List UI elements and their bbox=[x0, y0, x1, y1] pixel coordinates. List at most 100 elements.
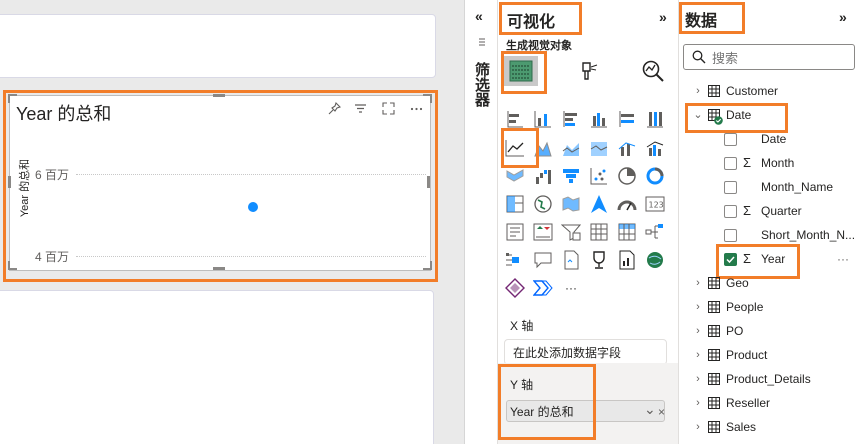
matrix-icon[interactable] bbox=[616, 221, 638, 243]
table-row-geo[interactable]: › Geo bbox=[679, 272, 859, 294]
resize-corner[interactable] bbox=[8, 261, 17, 270]
viz-collapse-chevron[interactable]: » bbox=[659, 9, 667, 25]
field-row-quarter[interactable]: Σ Quarter bbox=[679, 200, 859, 222]
line-chart-visual[interactable]: Year 的总和 Year 的总和 6 百万 4 百万 bbox=[8, 94, 432, 271]
chevron-right-icon[interactable]: › bbox=[693, 368, 703, 390]
field-checkbox-checked[interactable] bbox=[724, 253, 737, 266]
resize-handle-top[interactable] bbox=[213, 94, 225, 97]
y-axis-field-chip[interactable]: Year 的总和 ⌄ × bbox=[506, 400, 665, 422]
pie-chart-icon[interactable] bbox=[616, 165, 638, 187]
clustered-bar-chart-icon[interactable] bbox=[560, 108, 582, 130]
chevron-right-icon[interactable]: › bbox=[693, 296, 703, 318]
table-row-date[interactable]: ⌄ Date bbox=[679, 104, 859, 126]
field-checkbox[interactable] bbox=[724, 133, 737, 146]
pin-icon[interactable] bbox=[326, 101, 342, 118]
line-chart-icon[interactable] bbox=[504, 137, 526, 159]
paginated-report-icon[interactable] bbox=[616, 249, 638, 271]
resize-corner[interactable] bbox=[8, 94, 17, 103]
more-visuals-icon[interactable]: ··· bbox=[560, 277, 582, 299]
field-checkbox[interactable] bbox=[724, 157, 737, 170]
resize-handle-right[interactable] bbox=[427, 176, 430, 188]
waterfall-chart-icon[interactable] bbox=[532, 165, 554, 187]
filters-label[interactable]: 筛选器 bbox=[473, 62, 490, 107]
filters-expand-chevron[interactable]: « bbox=[475, 8, 483, 24]
analytics-tab[interactable] bbox=[636, 56, 670, 86]
resize-handle-bottom[interactable] bbox=[213, 267, 225, 270]
table-row-people[interactable]: › People bbox=[679, 296, 859, 318]
format-visual-tab[interactable] bbox=[572, 56, 606, 86]
chevron-right-icon[interactable]: › bbox=[693, 320, 703, 342]
stacked-column-chart-icon[interactable] bbox=[532, 108, 554, 130]
stacked-bar-chart-icon[interactable] bbox=[504, 108, 526, 130]
azure-map-icon[interactable] bbox=[588, 193, 610, 215]
area-chart-icon[interactable] bbox=[532, 137, 554, 159]
slicer-icon[interactable] bbox=[560, 221, 582, 243]
power-automate-icon[interactable] bbox=[532, 277, 554, 299]
chevron-right-icon[interactable]: › bbox=[693, 416, 703, 438]
100-stacked-column-chart-icon[interactable] bbox=[644, 108, 666, 130]
chevron-down-icon[interactable]: ⌄ bbox=[644, 398, 656, 420]
map-icon[interactable] bbox=[532, 193, 554, 215]
100-stacked-area-chart-icon[interactable] bbox=[588, 137, 610, 159]
more-options-icon[interactable] bbox=[408, 102, 424, 118]
chevron-down-icon[interactable]: ⌄ bbox=[693, 104, 703, 126]
gauge-icon[interactable] bbox=[616, 193, 638, 215]
table-row-po[interactable]: › PO bbox=[679, 320, 859, 342]
power-apps-icon[interactable] bbox=[504, 277, 526, 299]
field-checkbox[interactable] bbox=[724, 229, 737, 242]
funnel-chart-icon[interactable] bbox=[560, 165, 582, 187]
focus-mode-icon[interactable] bbox=[380, 102, 396, 118]
data-collapse-chevron[interactable]: » bbox=[839, 9, 847, 25]
table-row-customer[interactable]: › Customer bbox=[679, 80, 859, 102]
remove-field-icon[interactable]: × bbox=[658, 401, 665, 423]
resize-corner[interactable] bbox=[423, 261, 432, 270]
table-row-product[interactable]: › Product bbox=[679, 344, 859, 366]
search-input[interactable] bbox=[710, 48, 854, 68]
arcgis-map-icon[interactable] bbox=[644, 249, 666, 271]
card-icon[interactable]: 123 bbox=[644, 193, 666, 215]
smart-narrative-icon[interactable] bbox=[560, 249, 582, 271]
field-row-month[interactable]: Σ Month bbox=[679, 152, 859, 174]
scatter-chart-icon[interactable] bbox=[588, 165, 610, 187]
table-icon[interactable] bbox=[588, 221, 610, 243]
search-box[interactable] bbox=[683, 44, 855, 70]
resize-handle-left[interactable] bbox=[8, 176, 11, 188]
field-row-month-name[interactable]: Month_Name bbox=[679, 176, 859, 198]
field-row-short-month-name[interactable]: Short_Month_N... bbox=[679, 224, 859, 246]
visual-card-top[interactable] bbox=[0, 14, 436, 78]
table-row-reseller[interactable]: › Reseller bbox=[679, 392, 859, 414]
chevron-right-icon[interactable]: › bbox=[693, 392, 703, 414]
field-row-year[interactable]: Σ Year ··· bbox=[679, 248, 859, 270]
multi-row-card-icon[interactable] bbox=[504, 221, 526, 243]
resize-corner[interactable] bbox=[423, 94, 432, 103]
stacked-area-chart-icon[interactable] bbox=[560, 137, 582, 159]
field-row-date[interactable]: Date bbox=[679, 128, 859, 150]
filters-pane-collapsed[interactable]: « 筛选器 bbox=[465, 0, 498, 444]
line-and-clustered-column-icon[interactable] bbox=[644, 137, 666, 159]
ribbon-chart-icon[interactable] bbox=[504, 165, 526, 187]
field-checkbox[interactable] bbox=[724, 181, 737, 194]
data-point[interactable] bbox=[246, 200, 260, 214]
goals-icon[interactable] bbox=[588, 249, 610, 271]
chevron-right-icon[interactable]: › bbox=[693, 80, 703, 102]
field-checkbox[interactable] bbox=[724, 205, 737, 218]
visual-card-bottom[interactable] bbox=[0, 290, 434, 444]
chevron-right-icon[interactable]: › bbox=[693, 272, 703, 294]
decomposition-tree-icon[interactable] bbox=[644, 221, 666, 243]
filled-map-icon[interactable] bbox=[560, 193, 582, 215]
qa-icon[interactable] bbox=[532, 249, 554, 271]
x-axis-well[interactable]: 在此处添加数据字段 bbox=[504, 339, 667, 365]
more-options-icon[interactable]: ··· bbox=[837, 248, 849, 270]
treemap-icon[interactable] bbox=[504, 193, 526, 215]
kpi-icon[interactable] bbox=[532, 221, 554, 243]
table-row-product-details[interactable]: › Product_Details bbox=[679, 368, 859, 390]
filter-icon[interactable] bbox=[352, 102, 368, 118]
build-visual-tab[interactable] bbox=[504, 56, 538, 86]
key-influencers-icon[interactable] bbox=[504, 249, 526, 271]
donut-chart-icon[interactable] bbox=[644, 165, 666, 187]
clustered-column-chart-icon[interactable] bbox=[588, 108, 610, 130]
table-row-sales[interactable]: › Sales bbox=[679, 416, 859, 438]
chevron-right-icon[interactable]: › bbox=[693, 344, 703, 366]
100-stacked-bar-chart-icon[interactable] bbox=[616, 108, 638, 130]
line-and-stacked-column-icon[interactable] bbox=[616, 137, 638, 159]
